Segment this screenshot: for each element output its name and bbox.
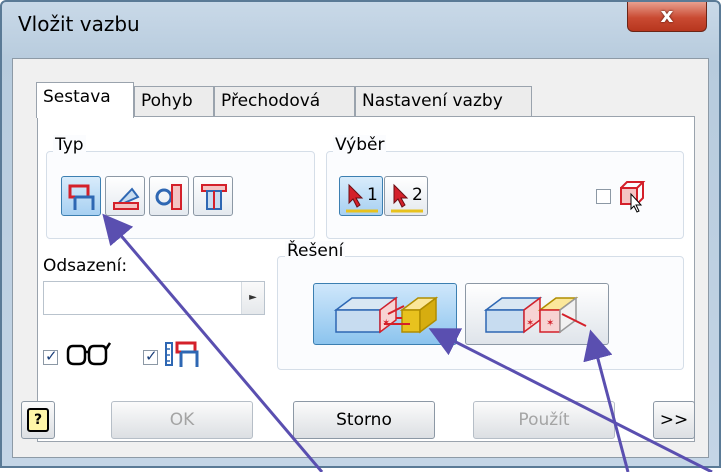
first-click-checkbox[interactable] [596, 189, 611, 204]
angle-icon [113, 187, 140, 210]
insert-icon [201, 184, 227, 210]
spin-arrow-icon: ► [249, 292, 257, 303]
select-second-button[interactable]: 2 [384, 176, 428, 216]
ok-button[interactable]: OK [111, 401, 253, 439]
help-icon: ? [27, 408, 49, 432]
more-options-button[interactable]: >> [653, 401, 695, 439]
tangent-icon [155, 184, 182, 210]
tab-label: Přechodová [221, 91, 321, 111]
dialog-client-area: Sestava Pohyb Přechodová Nastavení vazby… [12, 58, 709, 458]
mate-icon [68, 184, 95, 210]
cancel-button[interactable]: Storno [293, 401, 435, 439]
tab-label: Pohyb [141, 91, 193, 111]
select-second-label: 2 [412, 185, 423, 205]
close-icon: x [660, 3, 674, 27]
selection-group-label: Výběr [333, 135, 387, 155]
offset-label: Odsazení: [43, 256, 128, 276]
predict-offset-checkbox[interactable] [143, 347, 158, 365]
pick-part-icon [620, 181, 646, 213]
tab-nastaveni-vazby[interactable]: Nastavení vazby [355, 86, 532, 116]
tab-sestava[interactable]: Sestava [36, 82, 134, 118]
apply-button[interactable]: Použít [473, 401, 615, 439]
mate-solution-button[interactable]: ✶ [313, 283, 457, 345]
flush-solution-icon: ✶ ✶ [483, 296, 587, 334]
flush-solution-button[interactable]: ✶ ✶ [465, 283, 609, 345]
mate-type-button[interactable] [61, 176, 101, 216]
mate-solution-icon: ✶ [333, 296, 439, 334]
solution-group-label: Řešení [285, 241, 346, 261]
offset-spin-button[interactable]: ► [241, 282, 264, 314]
glasses-icon [66, 342, 111, 366]
tangent-type-button[interactable] [149, 176, 189, 216]
help-button[interactable]: ? [21, 401, 55, 439]
predict-offset-icon [165, 341, 199, 367]
tab-pohyb[interactable]: Pohyb [134, 86, 214, 116]
svg-text:✶: ✶ [382, 318, 390, 329]
title-bar: Vložit vazbu x [2, 2, 719, 54]
insert-type-button[interactable] [193, 176, 233, 216]
select-first-label: 1 [367, 185, 378, 205]
cancel-label: Storno [336, 410, 392, 430]
dialog-window: Vložit vazbu x Sestava Pohyb Přechodová … [0, 0, 721, 468]
close-button[interactable]: x [627, 2, 707, 32]
tab-label: Nastavení vazby [362, 91, 503, 111]
dialog-title: Vložit vazbu [18, 12, 140, 36]
svg-text:✶: ✶ [546, 318, 554, 329]
type-group-label: Typ [53, 135, 86, 155]
tab-prechodova[interactable]: Přechodová [214, 86, 355, 116]
svg-text:✶: ✶ [526, 318, 534, 329]
angle-type-button[interactable] [105, 176, 145, 216]
offset-input[interactable]: ► [43, 281, 265, 315]
tab-label: Sestava [43, 87, 111, 107]
more-label: >> [659, 410, 689, 430]
select-first-button[interactable]: 1 [339, 176, 383, 216]
ok-label: OK [169, 410, 195, 430]
preview-checkbox[interactable] [43, 347, 58, 365]
apply-label: Použít [518, 410, 570, 430]
